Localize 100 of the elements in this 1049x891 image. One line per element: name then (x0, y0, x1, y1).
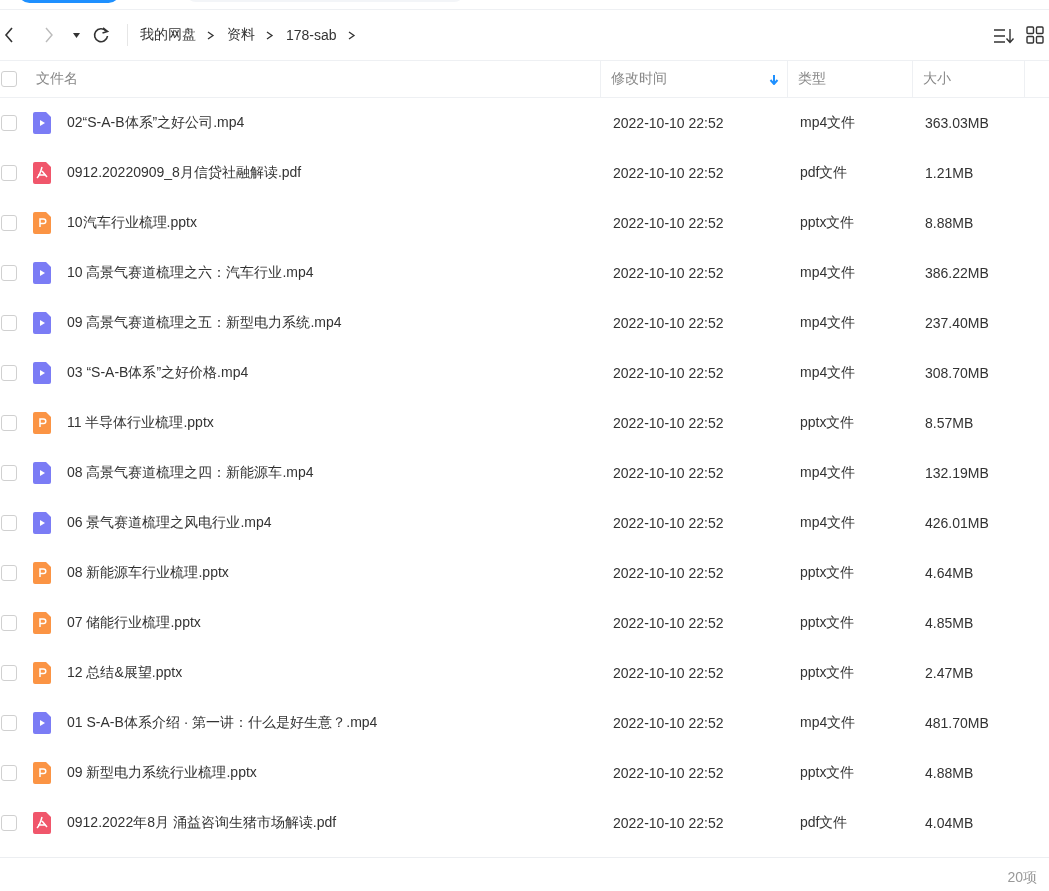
table-cell: pptx文件 (800, 614, 855, 630)
table-cell: 386.22MB (925, 265, 989, 281)
sort-arrow-icon[interactable] (769, 73, 779, 85)
file-name[interactable]: 11 半导体行业梳理.pptx (67, 414, 214, 432)
table-cell: pptx文件 (800, 414, 855, 430)
slides-file-icon (33, 662, 51, 684)
checkbox[interactable] (1, 265, 17, 281)
table-cell: mp4文件 (800, 514, 856, 530)
file-name[interactable]: 08 新能源车行业梳理.pptx (67, 564, 229, 582)
checkbox[interactable] (1, 815, 17, 831)
file-name[interactable]: 03 “S-A-B体系”之好价格.mp4 (67, 364, 249, 382)
table-cell: 2022-10-10 22:52 (613, 165, 724, 181)
video-file-icon (33, 262, 51, 284)
checkbox[interactable] (1, 615, 17, 631)
refresh-icon[interactable] (93, 26, 111, 44)
table-cell: pptx文件 (800, 214, 855, 230)
file-name[interactable]: 01 S-A-B体系介绍 · 第一讲：什么是好生意？.mp4 (67, 714, 378, 732)
file-name[interactable]: 09 高景气赛道梳理之五：新型电力系统.mp4 (67, 314, 342, 332)
checkbox[interactable] (1, 665, 17, 681)
table-cell: 4.88MB (925, 765, 974, 781)
table-cell: 363.03MB (925, 115, 989, 131)
table-cell: 132.19MB (925, 465, 989, 481)
video-file-icon (33, 462, 51, 484)
table-cell: 426.01MB (925, 515, 989, 531)
file-name[interactable]: 0912.20220909_8月信贷社融解读.pdf (67, 164, 302, 182)
file-name[interactable]: 0912.2022年8月 涌益咨询生猪市场解读.pdf (67, 814, 337, 832)
column-header[interactable]: 大小 (923, 70, 951, 88)
breadcrumb-link[interactable]: 我的网盘 (140, 26, 196, 44)
table-cell: mp4文件 (800, 314, 856, 330)
table-cell: mp4文件 (800, 714, 856, 730)
checkbox[interactable] (1, 565, 17, 581)
table-cell: 2022-10-10 22:52 (613, 765, 724, 781)
chevron-icon (265, 29, 274, 41)
table-cell: 2022-10-10 22:52 (613, 665, 724, 681)
grid-view-icon[interactable] (1026, 26, 1044, 44)
checkbox[interactable] (1, 115, 17, 131)
column-header[interactable]: 类型 (798, 70, 826, 88)
table-cell: pptx文件 (800, 664, 855, 680)
table-cell: pdf文件 (800, 164, 848, 180)
table-cell: 8.88MB (925, 215, 974, 231)
checkbox[interactable] (1, 465, 17, 481)
table-cell: mp4文件 (800, 364, 856, 380)
table-cell: 2022-10-10 22:52 (613, 415, 724, 431)
table-cell: 8.57MB (925, 415, 974, 431)
table-cell: 308.70MB (925, 365, 989, 381)
column-header[interactable]: 修改时间 (611, 70, 667, 88)
back-icon[interactable] (3, 25, 15, 45)
table-cell: pdf文件 (800, 814, 848, 830)
video-file-icon (33, 362, 51, 384)
table-cell: 2022-10-10 22:52 (613, 215, 724, 231)
caret-icon[interactable] (72, 30, 81, 40)
slides-file-icon (33, 412, 51, 434)
table-cell: 2022-10-10 22:52 (613, 465, 724, 481)
checkbox[interactable] (1, 415, 17, 431)
slides-file-icon (33, 612, 51, 634)
column-header[interactable]: 文件名 (36, 70, 78, 88)
table-cell: 2022-10-10 22:52 (613, 115, 724, 131)
table-cell: 2022-10-10 22:52 (613, 515, 724, 531)
item-count: 20项 (1007, 869, 1037, 887)
checkbox[interactable] (1, 765, 17, 781)
video-file-icon (33, 312, 51, 334)
file-name[interactable]: 06 景气赛道梳理之风电行业.mp4 (67, 514, 272, 532)
chevron-icon (206, 29, 215, 41)
file-name[interactable]: 07 储能行业梳理.pptx (67, 614, 201, 632)
table-cell: 1.21MB (925, 165, 974, 181)
table-cell: mp4文件 (800, 464, 856, 480)
file-name[interactable]: 10 高景气赛道梳理之六：汽车行业.mp4 (67, 264, 314, 282)
file-name[interactable]: 09 新型电力系统行业梳理.pptx (67, 764, 257, 782)
table-cell: 2022-10-10 22:52 (613, 715, 724, 731)
slides-file-icon (33, 762, 51, 784)
table-cell: 2.47MB (925, 665, 974, 681)
table-cell: 2022-10-10 22:52 (613, 265, 724, 281)
table-cell: mp4文件 (800, 264, 856, 280)
file-name[interactable]: 02“S-A-B体系”之好公司.mp4 (67, 114, 245, 132)
table-cell: pptx文件 (800, 764, 855, 780)
forward-icon[interactable] (43, 25, 55, 45)
table-cell: 4.85MB (925, 615, 974, 631)
breadcrumb-link[interactable]: 资料 (227, 26, 255, 44)
table-cell: 4.64MB (925, 565, 974, 581)
breadcrumb-link[interactable]: 178-sab (286, 27, 337, 43)
table-cell: 2022-10-10 22:52 (613, 565, 724, 581)
table-cell: mp4文件 (800, 114, 856, 130)
file-name[interactable]: 08 高景气赛道梳理之四：新能源车.mp4 (67, 464, 314, 482)
table-cell: 2022-10-10 22:52 (613, 815, 724, 831)
checkbox[interactable] (1, 365, 17, 381)
table-cell: pptx文件 (800, 564, 855, 580)
checkbox[interactable] (1, 715, 17, 731)
table-cell: 2022-10-10 22:52 (613, 365, 724, 381)
file-name[interactable]: 12 总结&展望.pptx (67, 664, 183, 682)
file-name[interactable]: 10汽车行业梳理.pptx (67, 214, 197, 232)
pdf-file-icon (33, 812, 51, 834)
pdf-file-icon (33, 162, 51, 184)
checkbox[interactable] (1, 515, 17, 531)
table-cell: 2022-10-10 22:52 (613, 615, 724, 631)
checkbox[interactable] (1, 71, 17, 87)
table-cell: 481.70MB (925, 715, 989, 731)
checkbox[interactable] (1, 315, 17, 331)
checkbox[interactable] (1, 165, 17, 181)
checkbox[interactable] (1, 215, 17, 231)
table-cell: 237.40MB (925, 315, 989, 331)
